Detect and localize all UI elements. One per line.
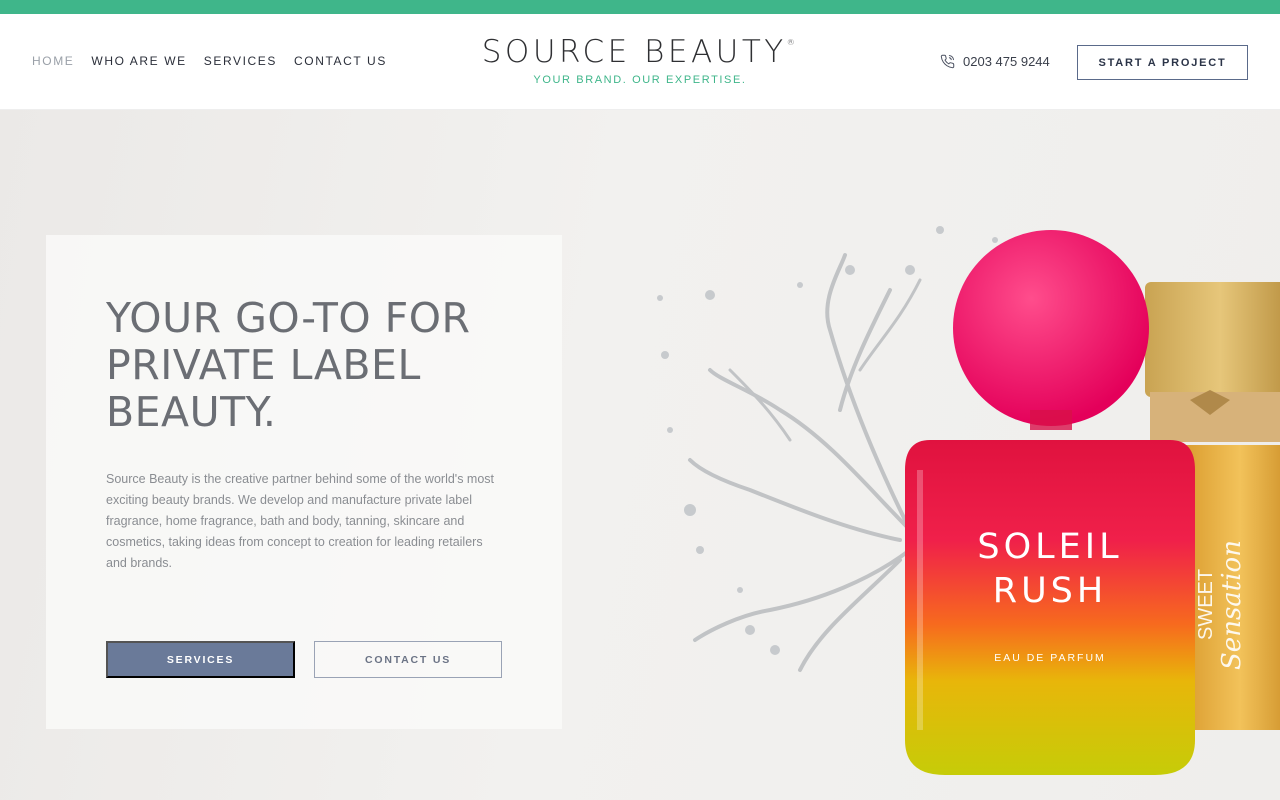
hero-description: Source Beauty is the creative partner be…	[106, 472, 495, 570]
site-header: HOME WHO ARE WE SERVICES CONTACT US SOUR…	[0, 14, 1280, 110]
top-accent-bar	[0, 0, 1280, 14]
water-splash	[688, 253, 922, 672]
registered-mark: ®	[786, 38, 799, 47]
logo-name: SOURCE BEAUTY	[481, 34, 787, 70]
nav-contact-us[interactable]: CONTACT US	[294, 54, 387, 68]
bottle-name-line1: SOLEIL	[977, 527, 1122, 567]
logo-wordmark: SOURCE BEAUTY®	[440, 34, 840, 70]
services-button[interactable]: SERVICES	[106, 641, 295, 678]
site-logo[interactable]: SOURCE BEAUTY® YOUR BRAND. OUR EXPERTISE…	[440, 34, 840, 86]
bottle-type: EAU DE PARFUM	[994, 652, 1106, 664]
phone-link[interactable]: 0203 475 9244	[940, 54, 1050, 69]
hero-product-image: SWEET Sensation SOLEIL RUSH EAU DE PARFU…	[657, 226, 1280, 775]
phone-number: 0203 475 9244	[963, 54, 1050, 69]
nav-services[interactable]: SERVICES	[204, 54, 277, 68]
start-project-button[interactable]: START A PROJECT	[1077, 45, 1248, 80]
bottle-name-line2: RUSH	[993, 571, 1107, 611]
nav-who-are-we[interactable]: WHO ARE WE	[91, 54, 186, 68]
hero-section: SWEET Sensation SOLEIL RUSH EAU DE PARFU…	[0, 110, 1280, 800]
logo-tagline: YOUR BRAND. OUR EXPERTISE.	[533, 74, 747, 86]
second-bottle-script: Sensation	[1217, 540, 1247, 670]
nav-home[interactable]: HOME	[32, 54, 74, 68]
main-navigation: HOME WHO ARE WE SERVICES CONTACT US	[32, 54, 404, 68]
phone-icon	[940, 54, 955, 69]
hero-heading: YOUR GO-TO FOR PRIVATE LABEL BEAUTY.	[106, 294, 471, 436]
contact-us-button[interactable]: CONTACT US	[314, 641, 502, 678]
second-bottle-label: SWEET	[1195, 569, 1217, 640]
hero-text-panel: YOUR GO-TO FOR PRIVATE LABEL BEAUTY. Sou…	[46, 235, 562, 729]
